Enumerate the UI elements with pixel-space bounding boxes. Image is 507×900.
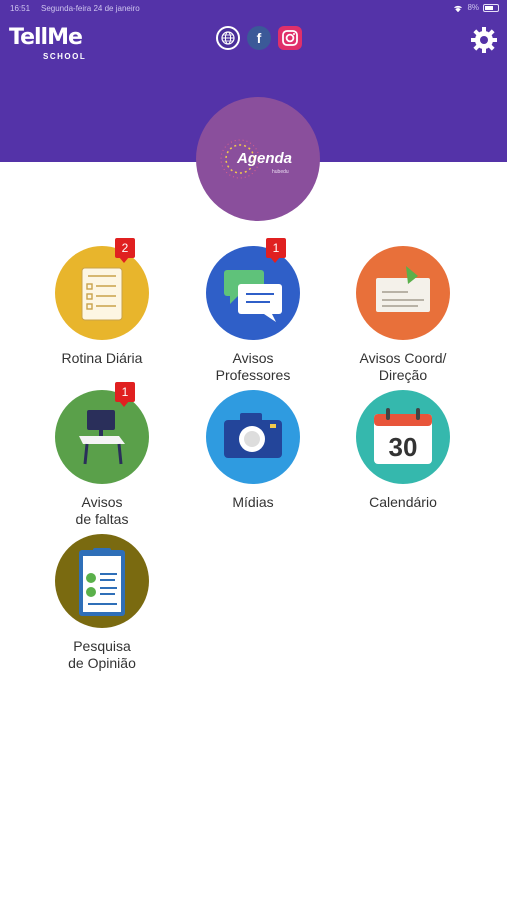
- tile-label: Mídias: [232, 494, 274, 510]
- camera-icon: [224, 413, 282, 458]
- notification-badge: 1: [266, 238, 286, 263]
- instagram-icon[interactable]: [278, 26, 302, 50]
- tile-label: Pesquisa de Opinião: [27, 638, 177, 672]
- tile-label: Avisos Professores: [178, 350, 328, 384]
- envelope-icon: [376, 266, 430, 312]
- school-desk-icon: [79, 410, 125, 465]
- status-bar: 16:51 Segunda-feira 24 de janeiro 8%: [0, 0, 507, 18]
- logo-subtitle: SCHOOL: [43, 52, 87, 61]
- facebook-icon[interactable]: f: [247, 26, 271, 50]
- avisos-faltas-circle: 1: [55, 382, 149, 484]
- calendario-circle: 30: [356, 390, 450, 484]
- status-time: 16:51: [10, 4, 31, 13]
- rotina-circle: 2: [55, 238, 149, 340]
- tile-label-line1: Avisos: [232, 350, 274, 366]
- agenda-subtitle: hubedu: [272, 169, 289, 175]
- tile-avisos-professores[interactable]: 1 Avisos Professores: [178, 238, 328, 384]
- tile-label-line2: Direção: [378, 367, 428, 383]
- tile-label-line2: de faltas: [75, 511, 129, 527]
- tile-label-line2: Professores: [215, 367, 291, 383]
- calendar-day: 30: [389, 432, 418, 462]
- wifi-icon: [454, 5, 463, 12]
- globe-icon[interactable]: [216, 26, 240, 50]
- logo-title: TellMe: [9, 25, 83, 50]
- agenda-title: Agenda: [237, 150, 293, 167]
- tile-pesquisa-opiniao[interactable]: Pesquisa de Opinião: [27, 534, 177, 672]
- notification-badge: 2: [115, 238, 135, 263]
- tile-label: Avisos Coord/ Direção: [328, 350, 478, 384]
- midias-circle: [206, 390, 300, 484]
- tile-midias[interactable]: Mídias: [178, 390, 328, 511]
- battery-percent: 8%: [467, 3, 479, 12]
- tile-label-line1: Avisos: [81, 494, 123, 510]
- checklist-icon: [81, 267, 123, 321]
- pesquisa-circle: [55, 534, 149, 628]
- tile-avisos-faltas[interactable]: 1 Avisos de faltas: [27, 382, 177, 528]
- chat-bubbles-icon: [224, 270, 282, 322]
- tile-label-line2: de Opinião: [68, 655, 136, 671]
- tile-calendario[interactable]: 30 Calendário: [328, 390, 478, 511]
- avisos-prof-circle: 1: [206, 238, 300, 340]
- tile-avisos-coord-direcao[interactable]: Avisos Coord/ Direção: [328, 246, 478, 384]
- tile-label: Avisos de faltas: [27, 494, 177, 528]
- agenda-logo: Agenda hubedu: [196, 97, 320, 221]
- survey-clipboard-icon: [79, 548, 125, 616]
- notification-badge: 1: [115, 382, 135, 407]
- avisos-coord-circle: [356, 246, 450, 340]
- tellme-school-logo: TellMe SCHOOL: [9, 25, 85, 62]
- calendar-icon: 30: [374, 408, 432, 464]
- facebook-letter: f: [256, 30, 262, 46]
- tile-rotina-diaria[interactable]: 2 Rotina Diária: [27, 238, 177, 367]
- tile-label-line1: Pesquisa: [73, 638, 131, 654]
- tile-label: Rotina Diária: [61, 350, 143, 366]
- tile-label: Calendário: [369, 494, 437, 510]
- tile-label-line1: Avisos Coord/: [359, 350, 447, 366]
- battery-icon: [483, 3, 499, 12]
- gear-icon[interactable]: [470, 26, 498, 54]
- status-date: Segunda-feira 24 de janeiro: [41, 4, 140, 13]
